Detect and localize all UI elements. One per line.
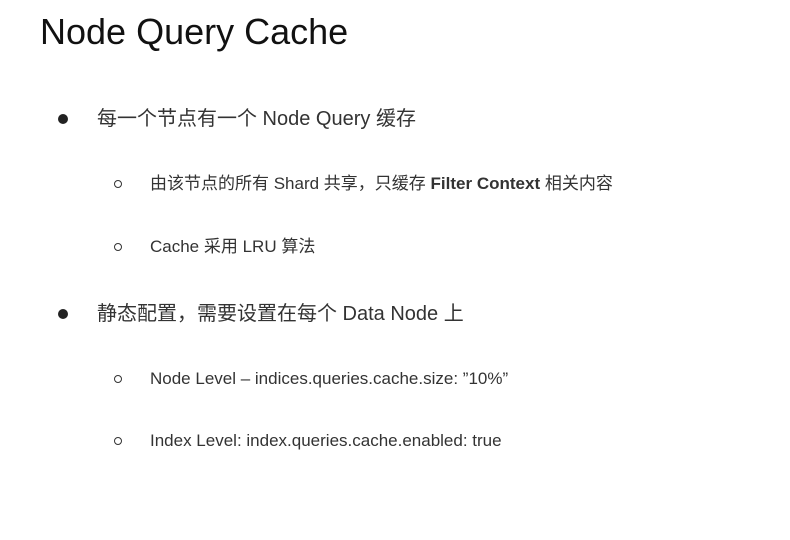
- sub-bullet-text-end: 相关内容: [540, 174, 613, 193]
- bullet-circle-icon: [114, 180, 122, 188]
- sub-bullet-item: Cache 采用 LRU 算法: [114, 234, 315, 260]
- bullet-text: 每一个节点有一个 Node Query 缓存: [97, 108, 416, 130]
- sub-bullet-text-start: 由该节点的所有 Shard 共享，只缓存: [150, 174, 431, 193]
- bullet-dot-icon: [58, 114, 68, 124]
- filter-context-term: Filter Context: [430, 174, 541, 193]
- sub-bullet-text: Node Level – indices.queries.cache.size:…: [150, 369, 509, 388]
- bullet-circle-icon: [114, 437, 122, 445]
- sub-bullet-item: 由该节点的所有 Shard 共享，只缓存 Filter Context 相关内容: [114, 171, 613, 197]
- bullet-dot-icon: [58, 309, 68, 319]
- sub-bullet-item: Index Level: index.queries.cache.enabled…: [114, 428, 502, 454]
- sub-bullet-text: Cache 采用 LRU 算法: [150, 237, 316, 256]
- bullet-text: 静态配置，需要设置在每个 Data Node 上: [97, 303, 464, 325]
- bullet-circle-icon: [114, 243, 122, 251]
- sub-bullet-text: Index Level: index.queries.cache.enabled…: [150, 431, 502, 450]
- sub-bullet-text: 由该节点的所有 Shard 共享，只缓存 Filter Context 相关内容: [150, 171, 613, 197]
- bullet-circle-icon: [114, 375, 122, 383]
- slide-title: Node Query Cache: [40, 11, 349, 52]
- sub-bullet-item: Node Level – indices.queries.cache.size:…: [114, 366, 508, 392]
- bullet-item: 每一个节点有一个 Node Query 缓存: [58, 104, 416, 134]
- bullet-item: 静态配置，需要设置在每个 Data Node 上: [58, 299, 464, 329]
